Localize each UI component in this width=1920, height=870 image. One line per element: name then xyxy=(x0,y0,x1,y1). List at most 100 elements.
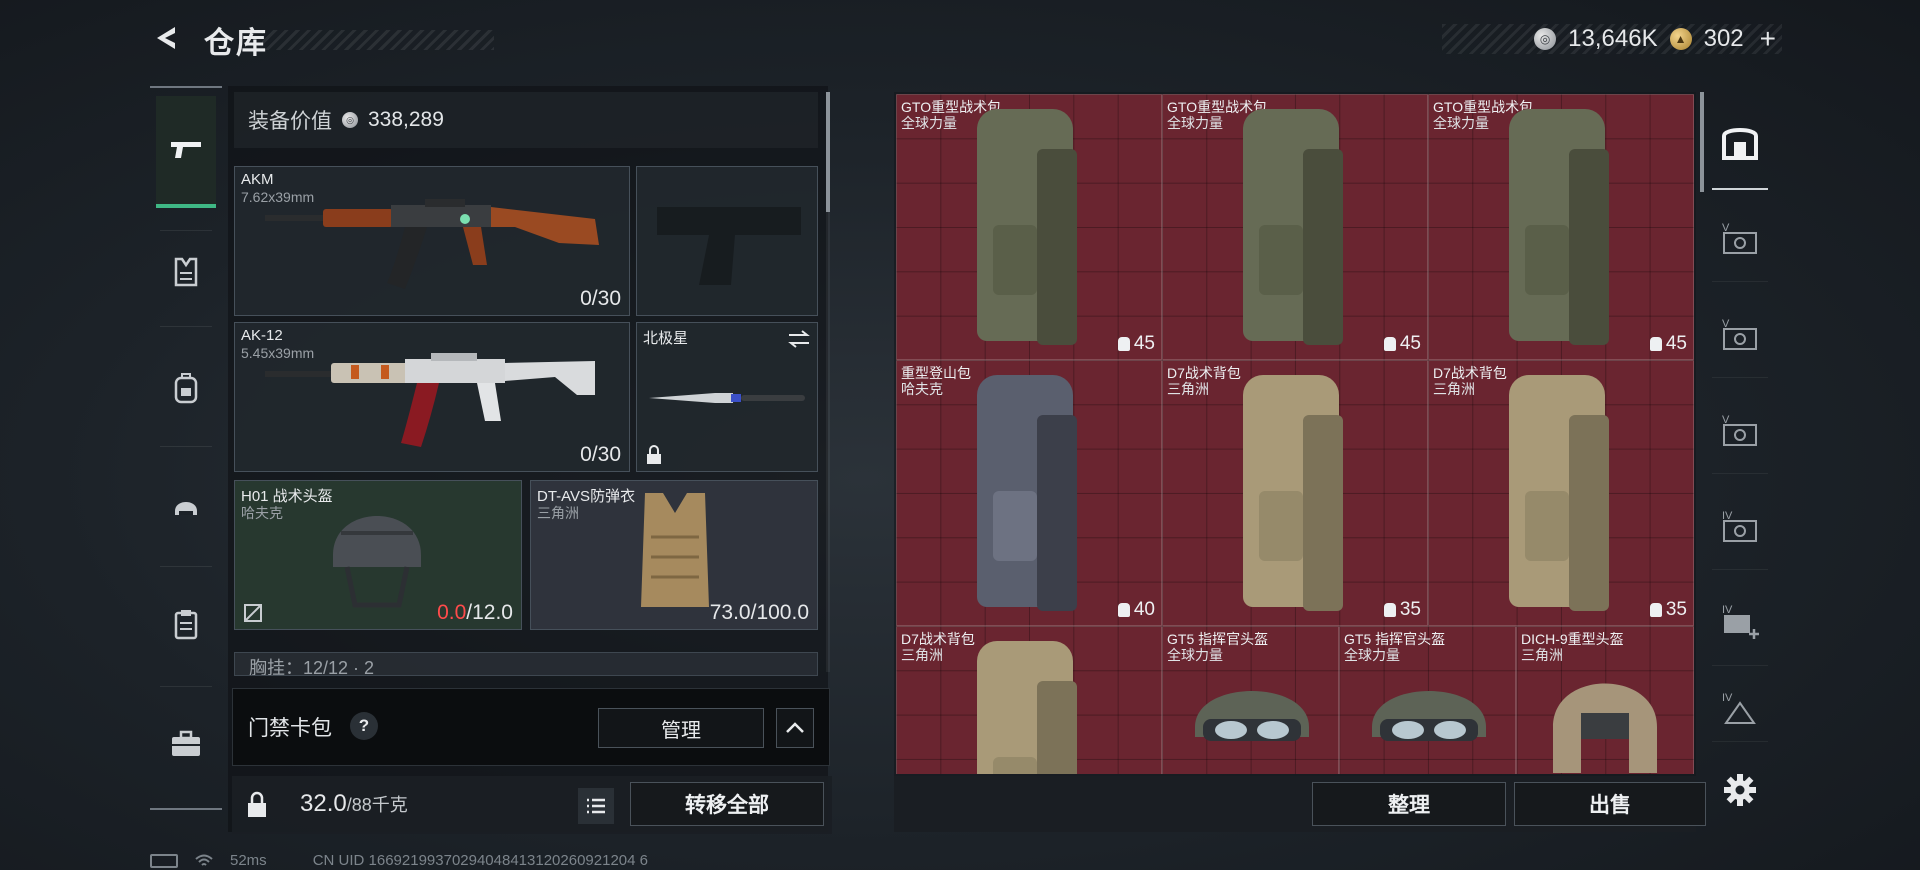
gear-icon xyxy=(1724,774,1756,806)
battery-icon xyxy=(150,853,178,868)
weight-current: 32.0 xyxy=(300,790,347,817)
item-sub: 全球力量 xyxy=(1433,115,1489,131)
rail-tab-stash-2[interactable]: V xyxy=(1712,288,1768,378)
list-view-button[interactable] xyxy=(578,788,614,824)
chest-rig-row[interactable]: 胸挂：12/12 · 2 xyxy=(234,652,818,676)
slot-helmet[interactable]: H01 战术头盔 哈夫克 0.0/12.0 xyxy=(234,480,522,630)
item-capacity: 45 xyxy=(1649,333,1687,355)
chevron-up-icon xyxy=(786,722,804,733)
stash-iv-icon: IV xyxy=(1722,692,1756,724)
stash-iv-add-icon: IV xyxy=(1722,604,1759,639)
backpack-pouch xyxy=(1259,225,1303,295)
backpack-pouch xyxy=(1259,491,1303,561)
help-button[interactable]: ? xyxy=(350,712,378,740)
ammo-count: 0/30 xyxy=(580,443,621,466)
equipment-value: 338,289 xyxy=(368,108,444,131)
rail-tab-stash-4[interactable]: IV xyxy=(1712,480,1768,570)
sort-button[interactable]: 整理 xyxy=(1312,782,1506,826)
item-sub: 全球力量 xyxy=(1167,115,1223,131)
clipboard-icon xyxy=(174,610,198,640)
storage-item[interactable]: GT5 指挥官头盔 全球力量 xyxy=(1339,626,1516,774)
rail-tab-rig[interactable] xyxy=(156,584,216,664)
storage-grid: GTO重型战术包 全球力量 45 GTO重型战术包 全球力量 45 GTO重型战… xyxy=(896,94,1694,774)
rail-top-line xyxy=(150,86,222,88)
equipment-value-row: 装备价值 ◎ 338,289 xyxy=(234,92,818,148)
settings-button[interactable] xyxy=(1720,770,1760,810)
slot-secondary-weapon[interactable] xyxy=(636,166,818,316)
lock-icon xyxy=(647,445,661,464)
keycard-label: 门禁卡包 xyxy=(248,717,332,740)
slot-melee[interactable]: 北极星 xyxy=(636,322,818,472)
rail-tab-backpack[interactable] xyxy=(156,348,216,428)
storage-item[interactable]: 重型登山包 哈夫克 40 xyxy=(896,360,1162,626)
storage-item[interactable]: D7战术背包 三角洲 xyxy=(896,626,1162,774)
rail-tab-stash-3[interactable]: V xyxy=(1712,384,1768,474)
backpack-pouch xyxy=(993,225,1037,295)
ping: 52ms xyxy=(230,852,267,869)
rail-tab-weapons[interactable] xyxy=(156,96,216,208)
slot-primary-weapon[interactable]: AKM 7.62x39mm 0/30 xyxy=(234,166,630,316)
storage-item[interactable]: DICH-9重型头盔 三角洲 xyxy=(1516,626,1694,774)
slot-primary-weapon-2[interactable]: AK-12 5.45x39mm 0/30 xyxy=(234,322,630,472)
equipment-value-label: 装备价值 xyxy=(248,110,332,133)
rail-tab-stash-5[interactable]: IV xyxy=(1712,576,1768,666)
svg-text:IV: IV xyxy=(1722,604,1733,616)
item-sub: 三角洲 xyxy=(1433,381,1475,397)
storage-item[interactable]: GTO重型战术包 全球力量 45 xyxy=(1428,94,1694,360)
storage-item[interactable]: D7战术背包 三角洲 35 xyxy=(1162,360,1428,626)
armor-vest-image xyxy=(641,493,709,607)
lock-toggle[interactable] xyxy=(236,780,278,830)
item-capacity: 45 xyxy=(1117,333,1155,355)
manage-button[interactable]: 管理 xyxy=(598,708,764,748)
backpack-pouch xyxy=(1525,225,1569,295)
backpack-pouch xyxy=(993,757,1037,774)
rail-tab-safe[interactable] xyxy=(1712,96,1768,190)
ak12-rifle-image xyxy=(265,353,595,447)
backpack-icon xyxy=(1383,337,1396,351)
slot-armor[interactable]: DT-AVS防弹衣 三角洲 73.0/100.0 xyxy=(530,480,818,630)
stash-v-icon: V xyxy=(1722,318,1757,350)
silver-coin-icon: ◎ xyxy=(1534,28,1557,50)
rail-tab-armor[interactable] xyxy=(156,232,216,312)
backpack-pouch xyxy=(1569,149,1609,345)
gold-coin-icon: ▲ xyxy=(1669,28,1692,50)
item-capacity: 35 xyxy=(1649,599,1687,621)
stash-v-icon: V xyxy=(1722,222,1757,254)
rail-tab-helmet[interactable] xyxy=(156,466,216,546)
broken-icon xyxy=(244,604,262,622)
slot-item-sub: 哈夫克 xyxy=(241,505,283,521)
item-capacity: 35 xyxy=(1383,599,1421,621)
storage-item[interactable]: GTO重型战术包 全球力量 45 xyxy=(1162,94,1428,360)
durability-max: /12.0 xyxy=(466,601,513,624)
storage-item[interactable]: GT5 指挥官头盔 全球力量 xyxy=(1162,626,1339,774)
storage-scroll-thumb[interactable] xyxy=(1700,92,1704,192)
storage-item[interactable]: D7战术背包 三角洲 35 xyxy=(1428,360,1694,626)
add-currency-button[interactable]: + xyxy=(1760,25,1776,53)
rail-tab-stash-1[interactable]: V xyxy=(1712,192,1768,282)
item-sub: 全球力量 xyxy=(1344,647,1400,663)
swap-icon[interactable] xyxy=(787,329,811,349)
storage-item[interactable]: GTO重型战术包 全球力量 45 xyxy=(896,94,1162,360)
slot-item-name: 北极星 xyxy=(643,330,689,347)
user-uid: CN UID 16692199370294048413120260921204 … xyxy=(312,852,648,869)
equipment-scroll-thumb[interactable] xyxy=(826,92,830,212)
item-sub: 三角洲 xyxy=(1167,381,1209,397)
item-sub: 哈夫克 xyxy=(901,381,943,397)
backpack-pouch xyxy=(1525,491,1569,561)
wifi-icon xyxy=(195,854,213,866)
silver-coin-icon: ◎ xyxy=(342,112,358,128)
durability: 0.0/12.0 xyxy=(437,601,513,625)
svg-text:IV: IV xyxy=(1722,692,1733,704)
transfer-all-button[interactable]: 转移全部 xyxy=(630,782,824,826)
durability-current: 0.0 xyxy=(437,601,467,624)
rail-tab-case[interactable] xyxy=(156,704,216,784)
back-button[interactable] xyxy=(148,20,184,56)
akm-rifle-image xyxy=(265,199,599,289)
rail-tab-stash-6[interactable]: IV xyxy=(1712,672,1768,742)
weight-max: /88千克 xyxy=(346,795,408,815)
collapse-button[interactable] xyxy=(776,708,814,748)
backpack-pouch xyxy=(1303,149,1343,345)
sell-button[interactable]: 出售 xyxy=(1514,782,1706,826)
lock-icon xyxy=(248,791,266,817)
list-icon xyxy=(587,798,605,814)
